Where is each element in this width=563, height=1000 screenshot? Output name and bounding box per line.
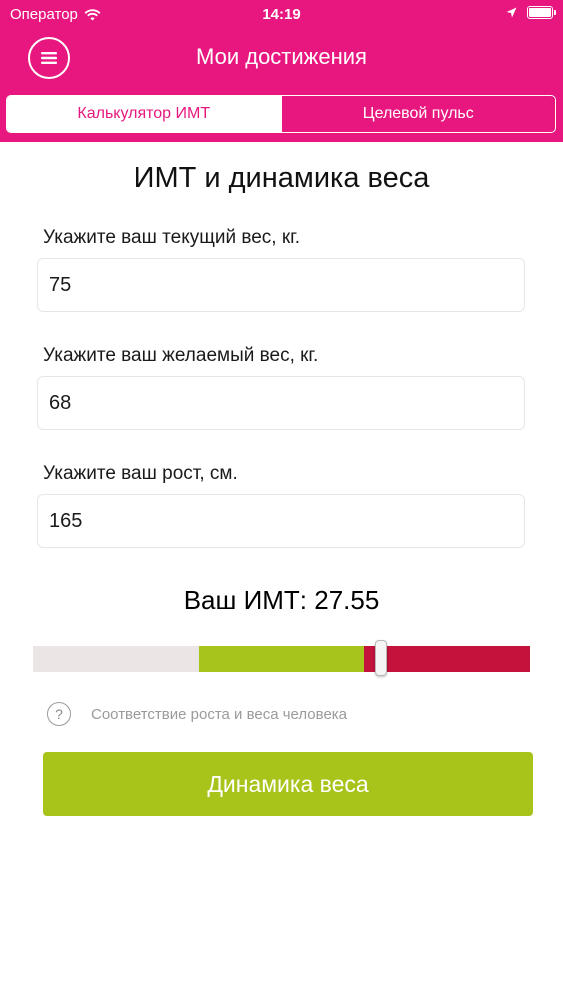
bmi-scale-underweight-segment xyxy=(33,646,199,672)
bmi-scale xyxy=(33,640,530,676)
height-label: Укажите ваш рост, см. xyxy=(43,463,238,484)
app-header: Оператор 14:19 Мои достижения Калькулято… xyxy=(0,0,563,142)
page-title: ИМТ и динамика веса xyxy=(133,162,430,194)
help-row[interactable]: ? Соответствие роста и веса человека xyxy=(47,702,347,726)
bmi-result: Ваш ИМТ: 27.55 xyxy=(183,585,380,615)
bmi-scale-normal-segment xyxy=(199,646,364,672)
height-input[interactable]: 165 xyxy=(37,494,525,548)
status-time: 14:19 xyxy=(262,6,301,23)
battery-icon xyxy=(527,6,556,19)
tab-target-pulse[interactable]: Целевой пульс xyxy=(280,96,556,132)
segmented-tabs: Калькулятор ИМТ Целевой пульс xyxy=(6,95,556,133)
target-weight-label: Укажите ваш желаемый вес, кг. xyxy=(43,345,319,366)
current-weight-label: Укажите ваш текущий вес, кг. xyxy=(43,227,301,248)
target-weight-input[interactable]: 68 xyxy=(37,376,525,430)
status-right xyxy=(506,6,556,19)
weight-dynamics-button[interactable]: Динамика веса xyxy=(43,752,533,816)
question-icon[interactable]: ? xyxy=(47,702,71,726)
status-bar: Оператор 14:19 xyxy=(0,0,563,30)
nav-title: Мои достижения xyxy=(196,44,367,69)
bmi-slider-thumb[interactable] xyxy=(375,640,387,676)
tab-bmi-calculator[interactable]: Калькулятор ИМТ xyxy=(7,96,281,132)
help-text[interactable]: Соответствие роста и веса человека xyxy=(91,706,347,723)
bmi-scale-overweight-segment xyxy=(364,646,530,672)
location-arrow-icon xyxy=(506,7,517,18)
current-weight-input[interactable]: 75 xyxy=(37,258,525,312)
